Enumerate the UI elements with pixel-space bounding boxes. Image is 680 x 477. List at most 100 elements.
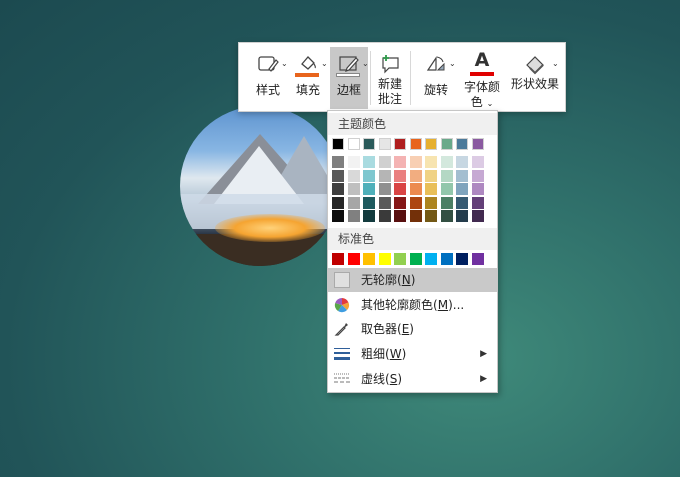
- theme-shade-swatch[interactable]: [363, 156, 375, 168]
- standard-color-swatch[interactable]: [456, 253, 468, 265]
- theme-shade-swatch[interactable]: [471, 183, 484, 195]
- theme-shade-swatch[interactable]: [332, 196, 344, 209]
- standard-color-swatch[interactable]: [425, 253, 437, 265]
- theme-shade-swatch[interactable]: [425, 183, 437, 195]
- theme-shade-swatch[interactable]: [440, 169, 453, 182]
- theme-color-swatch[interactable]: [378, 138, 391, 150]
- border-button[interactable]: ⌄ 边框: [330, 47, 369, 109]
- theme-shade-swatch[interactable]: [378, 156, 391, 168]
- theme-color-swatch[interactable]: [440, 138, 453, 150]
- theme-shade-swatch[interactable]: [425, 156, 437, 168]
- theme-shade-swatch[interactable]: [347, 156, 360, 168]
- theme-shade-swatch[interactable]: [440, 156, 453, 168]
- theme-color-swatch[interactable]: [425, 138, 437, 150]
- theme-shade-swatch[interactable]: [409, 156, 422, 168]
- theme-shade-swatch[interactable]: [440, 210, 453, 222]
- dashes-text: 虚线: [361, 372, 386, 386]
- theme-shade-swatch[interactable]: [456, 156, 468, 168]
- new-comment-button[interactable]: 新建 批注: [372, 47, 408, 109]
- chevron-down-icon: ⌄: [362, 59, 369, 68]
- theme-color-swatch[interactable]: [409, 138, 422, 150]
- theme-color-swatch[interactable]: [363, 138, 375, 150]
- theme-shade-swatch[interactable]: [456, 183, 468, 195]
- theme-shade-swatch[interactable]: [456, 169, 468, 182]
- border-color-bar: [336, 73, 360, 77]
- chevron-down-icon: ⌄: [449, 59, 456, 68]
- theme-shade-swatch[interactable]: [456, 210, 468, 222]
- chevron-down-icon: ⌄: [321, 59, 328, 68]
- fill-color-bar: [295, 73, 319, 77]
- theme-shade-swatch[interactable]: [394, 210, 406, 222]
- selected-picture-shape[interactable]: [180, 106, 340, 266]
- theme-shade-swatch[interactable]: [363, 183, 375, 195]
- pencil-icon: [339, 56, 359, 72]
- font-color-bar: [470, 72, 494, 76]
- theme-shade-swatch[interactable]: [409, 183, 422, 195]
- standard-color-swatch[interactable]: [378, 253, 391, 265]
- standard-color-swatch[interactable]: [440, 253, 453, 265]
- theme-shade-swatch[interactable]: [332, 183, 344, 195]
- fill-button[interactable]: ⌄ 填充: [289, 47, 328, 109]
- theme-shade-swatch[interactable]: [347, 169, 360, 182]
- theme-color-swatch[interactable]: [332, 138, 344, 150]
- light-glow: [215, 214, 325, 242]
- standard-color-swatch[interactable]: [363, 253, 375, 265]
- theme-shade-swatch[interactable]: [332, 169, 344, 182]
- theme-shade-swatch[interactable]: [471, 210, 484, 222]
- no-outline-item[interactable]: 无轮廓(N): [328, 268, 497, 292]
- eyedropper-key: E: [401, 322, 410, 336]
- theme-shade-swatch[interactable]: [425, 196, 437, 209]
- theme-shade-swatch[interactable]: [409, 196, 422, 209]
- theme-shade-swatch[interactable]: [409, 210, 422, 222]
- paint-bucket-icon: [301, 56, 316, 70]
- font-color-button[interactable]: A 字体颜 色 ⌄: [459, 47, 505, 109]
- weight-item[interactable]: 粗细(W) ▶: [328, 342, 497, 366]
- theme-shade-swatch[interactable]: [471, 156, 484, 168]
- theme-shade-swatch[interactable]: [347, 210, 360, 222]
- theme-color-swatch[interactable]: [347, 138, 360, 150]
- theme-shade-swatch[interactable]: [394, 196, 406, 209]
- more-outline-colors-item[interactable]: 其他轮廓颜色(M)...: [328, 293, 497, 317]
- theme-shade-swatch[interactable]: [332, 210, 344, 222]
- standard-color-swatch[interactable]: [409, 253, 422, 265]
- style-button[interactable]: ⌄ 样式: [247, 47, 289, 109]
- dashes-item[interactable]: 虚线(S) ▶: [328, 367, 497, 391]
- theme-shade-swatch[interactable]: [394, 169, 406, 182]
- dashes-label: 虚线(S): [361, 372, 403, 386]
- theme-color-swatch[interactable]: [394, 138, 406, 150]
- theme-shade-swatch[interactable]: [363, 169, 375, 182]
- standard-color-swatch[interactable]: [471, 253, 484, 265]
- line-weight-icon: [334, 348, 350, 360]
- standard-color-swatch[interactable]: [394, 253, 406, 265]
- theme-shade-swatch[interactable]: [363, 210, 375, 222]
- submenu-arrow-icon: ▶: [480, 349, 487, 359]
- new-comment-label: 新建 批注: [372, 77, 408, 107]
- theme-shade-swatch[interactable]: [378, 183, 391, 195]
- theme-shade-swatch[interactable]: [471, 196, 484, 209]
- more-outline-colors-key: M: [437, 298, 449, 312]
- theme-shade-swatch[interactable]: [378, 196, 391, 209]
- theme-shade-swatch[interactable]: [440, 183, 453, 195]
- theme-shade-swatch[interactable]: [394, 183, 406, 195]
- theme-shade-swatch[interactable]: [456, 196, 468, 209]
- shape-effect-button[interactable]: ⌄ 形状效果: [507, 47, 563, 109]
- theme-shade-swatch[interactable]: [347, 196, 360, 209]
- theme-shade-swatch[interactable]: [332, 156, 344, 168]
- theme-color-swatch[interactable]: [456, 138, 468, 150]
- standard-color-swatch[interactable]: [347, 253, 360, 265]
- eyedropper-item[interactable]: 取色器(E): [328, 317, 497, 341]
- theme-shade-swatch[interactable]: [363, 196, 375, 209]
- theme-color-swatch[interactable]: [471, 138, 484, 150]
- theme-shade-swatch[interactable]: [425, 210, 437, 222]
- chevron-down-icon: ⌄: [281, 59, 288, 68]
- theme-shade-swatch[interactable]: [425, 169, 437, 182]
- theme-shade-swatch[interactable]: [440, 196, 453, 209]
- theme-shade-swatch[interactable]: [378, 169, 391, 182]
- theme-shade-swatch[interactable]: [347, 183, 360, 195]
- theme-shade-swatch[interactable]: [409, 169, 422, 182]
- rotate-button[interactable]: ⌄ 旋转: [417, 47, 456, 109]
- theme-shade-swatch[interactable]: [394, 156, 406, 168]
- standard-color-swatch[interactable]: [332, 253, 344, 265]
- theme-shade-swatch[interactable]: [471, 169, 484, 182]
- theme-shade-swatch[interactable]: [378, 210, 391, 222]
